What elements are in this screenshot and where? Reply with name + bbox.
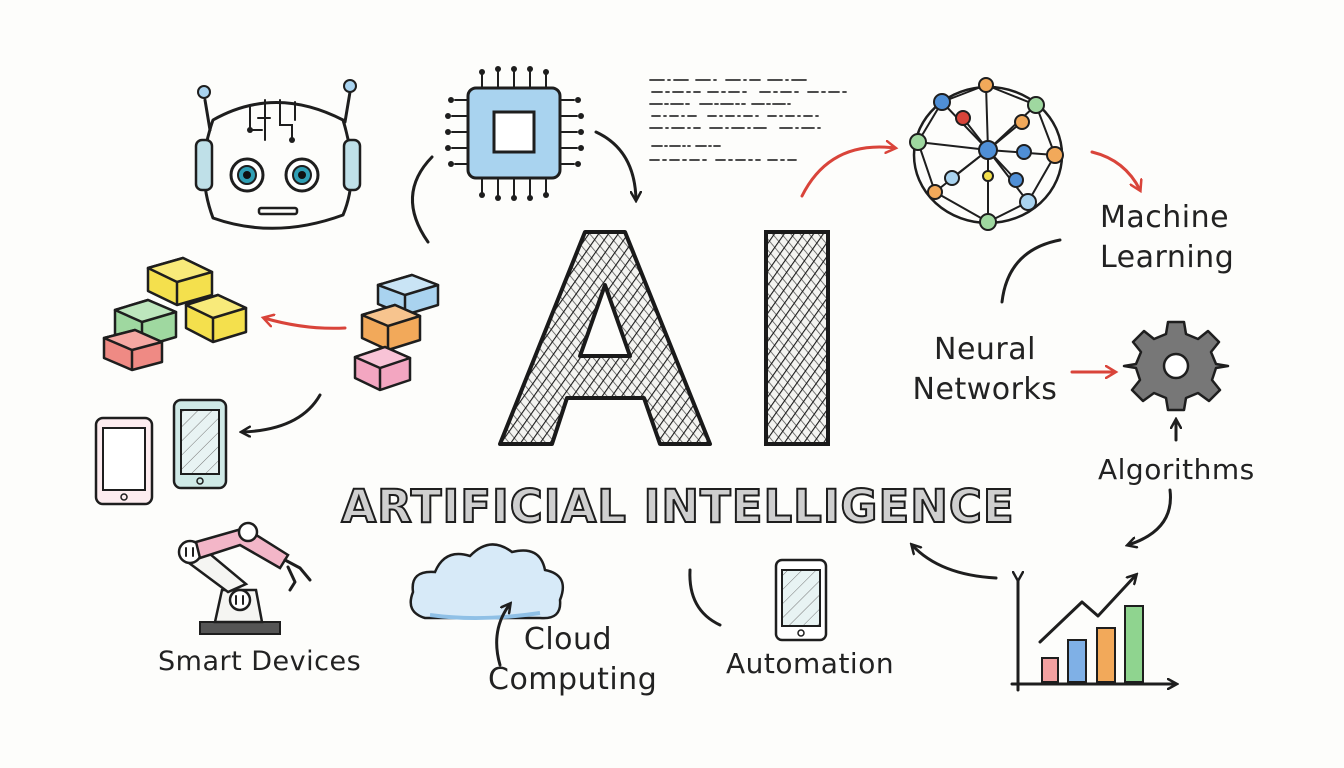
tablet-icon: [774, 558, 828, 642]
cloud-icon: [409, 543, 565, 621]
label-automation: Automation: [726, 647, 895, 680]
smartphone-icon: [94, 398, 228, 506]
cpu-chip-icon: [445, 66, 584, 201]
neural-network-icon: [909, 77, 1064, 231]
blocks-icon: [102, 256, 248, 372]
code-lines-icon: [649, 79, 851, 161]
label-smart-devices: Smart Devices: [158, 646, 362, 677]
diagram: ARTIFICIAL INTELLIGENCE Machine Learning…: [0, 0, 1344, 768]
blocks-stack-icon: [353, 273, 440, 392]
robotic-arm-icon: [177, 521, 312, 635]
big-ai-letters: [498, 230, 830, 446]
robot-head-icon: [194, 79, 362, 230]
label-machine-learning: Machine Learning: [1100, 200, 1235, 275]
bar-chart-icon: [1010, 575, 1176, 692]
subtitle-text: ARTIFICIAL INTELLIGENCE: [341, 480, 1014, 533]
label-algorithms: Algorithms: [1098, 453, 1255, 486]
label-neural-networks: Neural Networks: [912, 332, 1058, 407]
gear-icon: [1122, 320, 1230, 412]
label-cloud-computing: Cloud Computing: [488, 622, 658, 697]
